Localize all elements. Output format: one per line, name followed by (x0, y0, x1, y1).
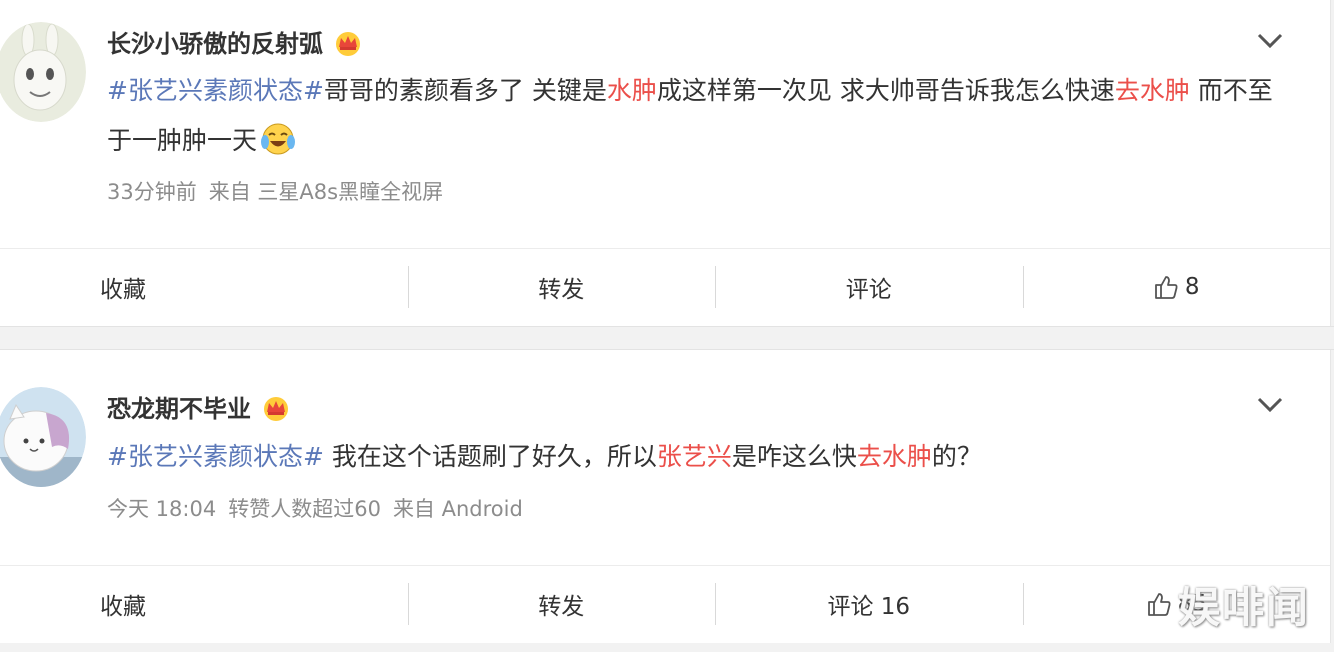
username[interactable]: 恐龙期不毕业 (107, 389, 291, 427)
timestamp: 今天 18:04 (107, 497, 217, 521)
source: 来自 三星A8s黑瞳全视屏 (208, 180, 444, 204)
keyword-highlight: 去水肿 (856, 442, 932, 471)
favorite-button[interactable]: 收藏 (0, 566, 408, 642)
avatar[interactable] (0, 22, 86, 122)
repost-button[interactable]: 转发 (407, 249, 716, 325)
crown-icon (261, 395, 291, 427)
content-text: 成这样第一次见 求大帅哥告诉我怎么快速 (656, 76, 1115, 105)
post-card-2: 恐龙期不毕业 #张艺兴素颜状态# 我在这个话题刷了好久，所以张艺兴是咋这么快去水… (0, 350, 1331, 643)
chevron-down-icon[interactable] (1256, 32, 1284, 50)
divider (0, 326, 1334, 327)
like-count: 8 (1184, 274, 1200, 300)
content-text: 的？ (931, 442, 982, 471)
post-content: #张艺兴素颜状态# 我在这个话题刷了好久，所以张艺兴是咋这么快去水肿的？ (107, 432, 1287, 482)
post-meta: 今天 18:04 转赞人数超过60 来自 Android (107, 493, 535, 523)
chevron-down-icon[interactable] (1256, 396, 1284, 414)
topic-link[interactable]: #张艺兴素颜状态# (107, 442, 324, 471)
comment-label: 评论 (845, 277, 892, 303)
repost-label: 转发 (538, 594, 585, 620)
content-text: 是咋这么快 (731, 442, 857, 471)
post-content: #张艺兴素颜状态#哥哥的素颜看多了 关键是水肿成这样第一次见 求大帅哥告诉我怎么… (107, 66, 1287, 166)
like-button[interactable]: 8 (1022, 249, 1331, 325)
comment-label: 评论 16 (827, 594, 911, 620)
thumbs-up-icon (1147, 593, 1171, 616)
post-meta: 33分钟前 来自 三星A8s黑瞳全视屏 (107, 176, 455, 206)
timestamp: 33分钟前 (107, 180, 197, 204)
content-text: 我在这个话题刷了好久，所以 (323, 442, 657, 471)
post-card-1: 长沙小骄傲的反射弧 #张艺兴素颜状态#哥哥的素颜看多了 关键是水肿成这样第一次见… (0, 0, 1331, 326)
topic-link[interactable]: #张艺兴素颜状态# (107, 76, 324, 105)
repost-label: 转发 (538, 277, 585, 303)
crying-laughing-emoji (259, 122, 297, 156)
keyword-highlight: 张艺兴 (656, 442, 732, 471)
content-text: 哥哥的素颜看多了 关键是 (323, 76, 607, 105)
repost-like-stat: 转赞人数超过60 (228, 497, 381, 521)
action-bar: 收藏 转发 评论 8 (0, 248, 1330, 325)
repost-button[interactable]: 转发 (407, 566, 716, 642)
comment-button[interactable]: 评论 16 (715, 566, 1023, 642)
avatar[interactable] (0, 387, 86, 487)
watermark: 娱啡闻 (1177, 583, 1310, 632)
username[interactable]: 长沙小骄傲的反射弧 (107, 24, 363, 62)
keyword-highlight: 水肿 (606, 76, 657, 105)
comment-button[interactable]: 评论 (715, 249, 1023, 325)
username-text[interactable]: 长沙小骄傲的反射弧 (107, 30, 323, 58)
source: 来自 Android (392, 497, 523, 521)
username-text[interactable]: 恐龙期不毕业 (107, 395, 251, 423)
keyword-highlight: 去水肿 (1114, 76, 1190, 105)
crown-icon (333, 30, 363, 62)
action-bar: 收藏 转发 评论 16 85 (0, 565, 1330, 642)
favorite-label: 收藏 (100, 277, 146, 303)
favorite-label: 收藏 (100, 594, 146, 620)
favorite-button[interactable]: 收藏 (0, 249, 408, 325)
thumbs-up-icon (1155, 276, 1178, 299)
